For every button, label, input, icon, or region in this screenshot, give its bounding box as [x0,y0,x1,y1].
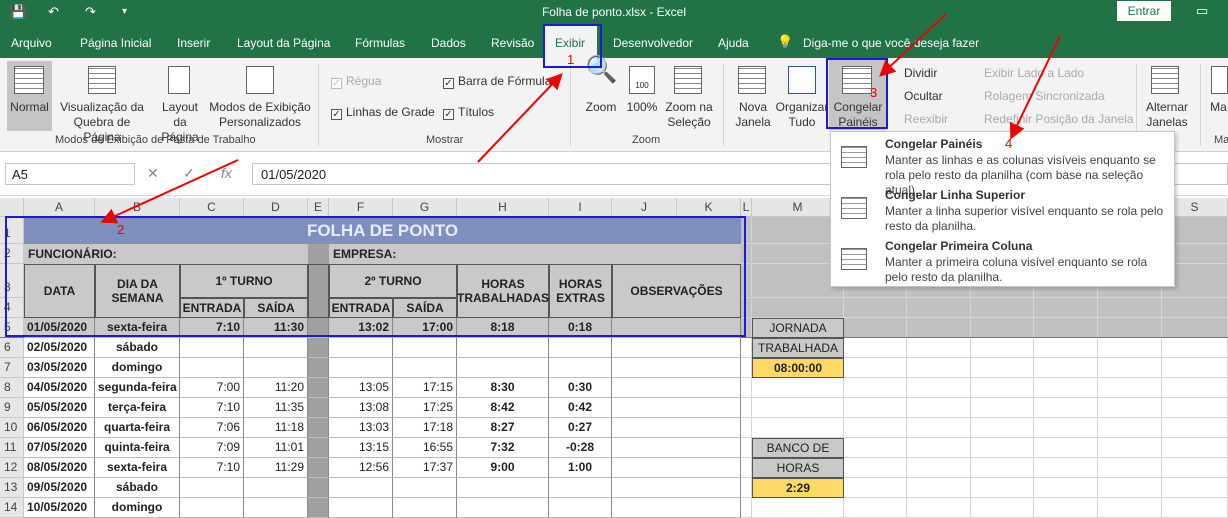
arrow-2 [100,159,239,224]
step-number-4: 4 [1005,136,1013,151]
arrow-4 [1009,35,1061,140]
arrow-1 [477,73,563,163]
arrow-3 [879,13,947,77]
annotation-arrows [100,13,1061,224]
step-number-2: 2 [117,222,125,237]
step-number-3: 3 [870,85,878,100]
step-number-1: 1 [567,52,575,67]
